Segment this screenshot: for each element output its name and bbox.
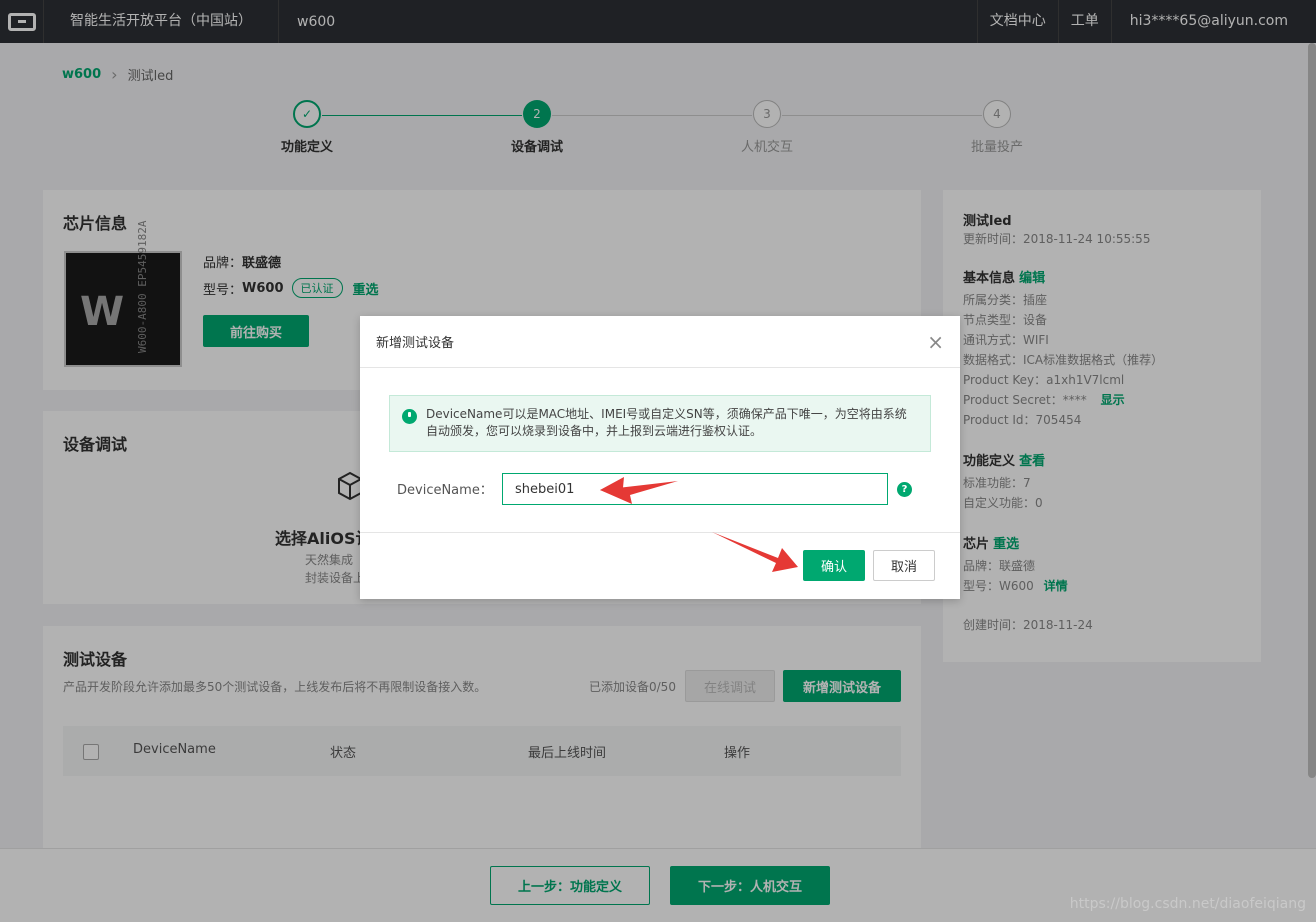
watermark: https://blog.csdn.net/diaofeiqiang (1069, 896, 1306, 912)
annotation-arrows (600, 477, 798, 572)
arrow-to-confirm (712, 532, 798, 572)
